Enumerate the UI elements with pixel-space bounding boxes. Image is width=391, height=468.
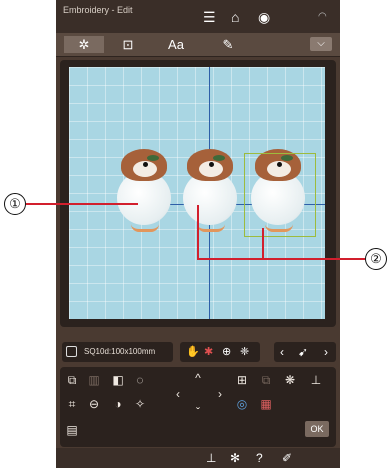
align-icon[interactable]: ⌗ bbox=[64, 397, 80, 411]
needle-point-icon[interactable]: ✱ bbox=[204, 345, 213, 358]
next-pattern-icon[interactable]: › bbox=[324, 345, 328, 359]
hoop-icon bbox=[66, 346, 77, 357]
tab-pattern[interactable]: ✲ bbox=[64, 36, 104, 53]
flip-icon[interactable]: ⊖ bbox=[86, 397, 102, 411]
zoom-icon[interactable]: ⊕ bbox=[222, 345, 231, 358]
bird-eye bbox=[143, 162, 148, 167]
callout-line-2c bbox=[197, 258, 365, 260]
ok-button[interactable]: OK bbox=[305, 421, 329, 437]
callout-line-2a bbox=[197, 205, 199, 259]
callout-2: ② bbox=[365, 248, 387, 270]
size-icon[interactable]: ◧ bbox=[110, 373, 126, 387]
previous-pattern-icon[interactable]: ‹ bbox=[280, 345, 284, 359]
camera-icon[interactable]: ◉ bbox=[258, 10, 270, 24]
settings-icon[interactable]: ✻ bbox=[230, 451, 240, 465]
tab-text[interactable]: Aa bbox=[156, 36, 196, 53]
ungroup-icon: ⧉ bbox=[261, 373, 271, 387]
hoop-size-label: SQ10d:100x100mm bbox=[84, 347, 156, 356]
home-icon[interactable]: ⌂ bbox=[231, 10, 239, 24]
sparrow-pattern-2[interactable] bbox=[179, 149, 239, 232]
pattern-select-nav: ‹ ➹ › bbox=[274, 342, 336, 362]
menu-icon[interactable]: ☰ bbox=[203, 10, 216, 24]
callout-1: ① bbox=[4, 193, 26, 215]
embroider-icon[interactable]: ⊥ bbox=[206, 451, 216, 465]
duplicate-icon[interactable]: ⧉ bbox=[64, 373, 80, 387]
selection-box bbox=[244, 153, 316, 237]
chevron-down-icon[interactable]: ⌵ bbox=[310, 37, 332, 51]
embroidery-canvas[interactable] bbox=[69, 67, 325, 319]
color-palette-icon[interactable]: ◎ bbox=[234, 397, 250, 411]
group-icon[interactable]: ⊞ bbox=[234, 373, 250, 387]
tab-draw[interactable]: ✎ bbox=[208, 36, 248, 53]
bird-leaf bbox=[213, 155, 225, 161]
border-icon[interactable]: ⊥ bbox=[308, 373, 324, 387]
move-right-icon[interactable]: › bbox=[212, 387, 228, 401]
multi-color-icon: ▥ bbox=[88, 373, 100, 387]
sparrow-pattern-1[interactable] bbox=[113, 149, 173, 232]
tab-edit[interactable]: ⊡ bbox=[108, 36, 148, 53]
screen-title: Embroidery - Edit bbox=[63, 5, 133, 15]
color-sort-icon[interactable]: ▦ bbox=[258, 397, 274, 411]
bird-eye bbox=[209, 162, 214, 167]
hoop-size-display[interactable]: SQ10d:100x100mm bbox=[62, 342, 173, 362]
select-pointer-icon[interactable]: ➹ bbox=[298, 345, 308, 359]
hand-icon[interactable]: ✋ bbox=[186, 345, 200, 358]
mirror-icon[interactable]: ◑ bbox=[110, 397, 126, 411]
wifi-icon: ◠ bbox=[318, 11, 327, 22]
delete-icon[interactable]: ▤ bbox=[64, 423, 80, 437]
zoom-fit-icon[interactable]: ❈ bbox=[240, 345, 249, 358]
move-up-icon[interactable]: ^ bbox=[190, 371, 206, 385]
bird-feet bbox=[131, 223, 159, 232]
tab-bar: ✲ ⊡ Aa ✎ ⌵ bbox=[56, 33, 340, 57]
applique-icon[interactable]: ❋ bbox=[282, 373, 298, 387]
wrench-icon[interactable]: ✐ bbox=[282, 451, 292, 465]
callout-line-2b bbox=[262, 228, 264, 259]
move-left-icon[interactable]: ‹ bbox=[170, 387, 186, 401]
move-down-icon[interactable]: ˇ bbox=[190, 405, 206, 419]
zoom-tools: ✋ ✱ ⊕ ❈ bbox=[180, 342, 260, 362]
edit-toolbar: ⧉ ▥ ◧ ◌ ⌗ ⊖ ◑ ✧ ▤ ^ ‹ › ˇ ⊞ ⧉ ❋ ⊥ ◎ ▦ OK bbox=[60, 367, 336, 447]
help-icon[interactable]: ? bbox=[256, 451, 263, 465]
rotate-icon[interactable]: ◌ bbox=[132, 373, 148, 387]
density-icon[interactable]: ✧ bbox=[132, 397, 148, 411]
bottom-bar: ⊥ ✻ ? ✐ bbox=[56, 448, 340, 468]
callout-line-1 bbox=[26, 203, 138, 205]
top-bar: Embroidery - Edit ☰ ⌂ ◉ ◠ bbox=[56, 0, 340, 33]
bird-feet bbox=[197, 223, 225, 232]
canvas-frame bbox=[60, 60, 336, 327]
bird-leaf bbox=[147, 155, 159, 161]
status-row: SQ10d:100x100mm ✋ ✱ ⊕ ❈ ‹ ➹ › bbox=[60, 342, 336, 362]
